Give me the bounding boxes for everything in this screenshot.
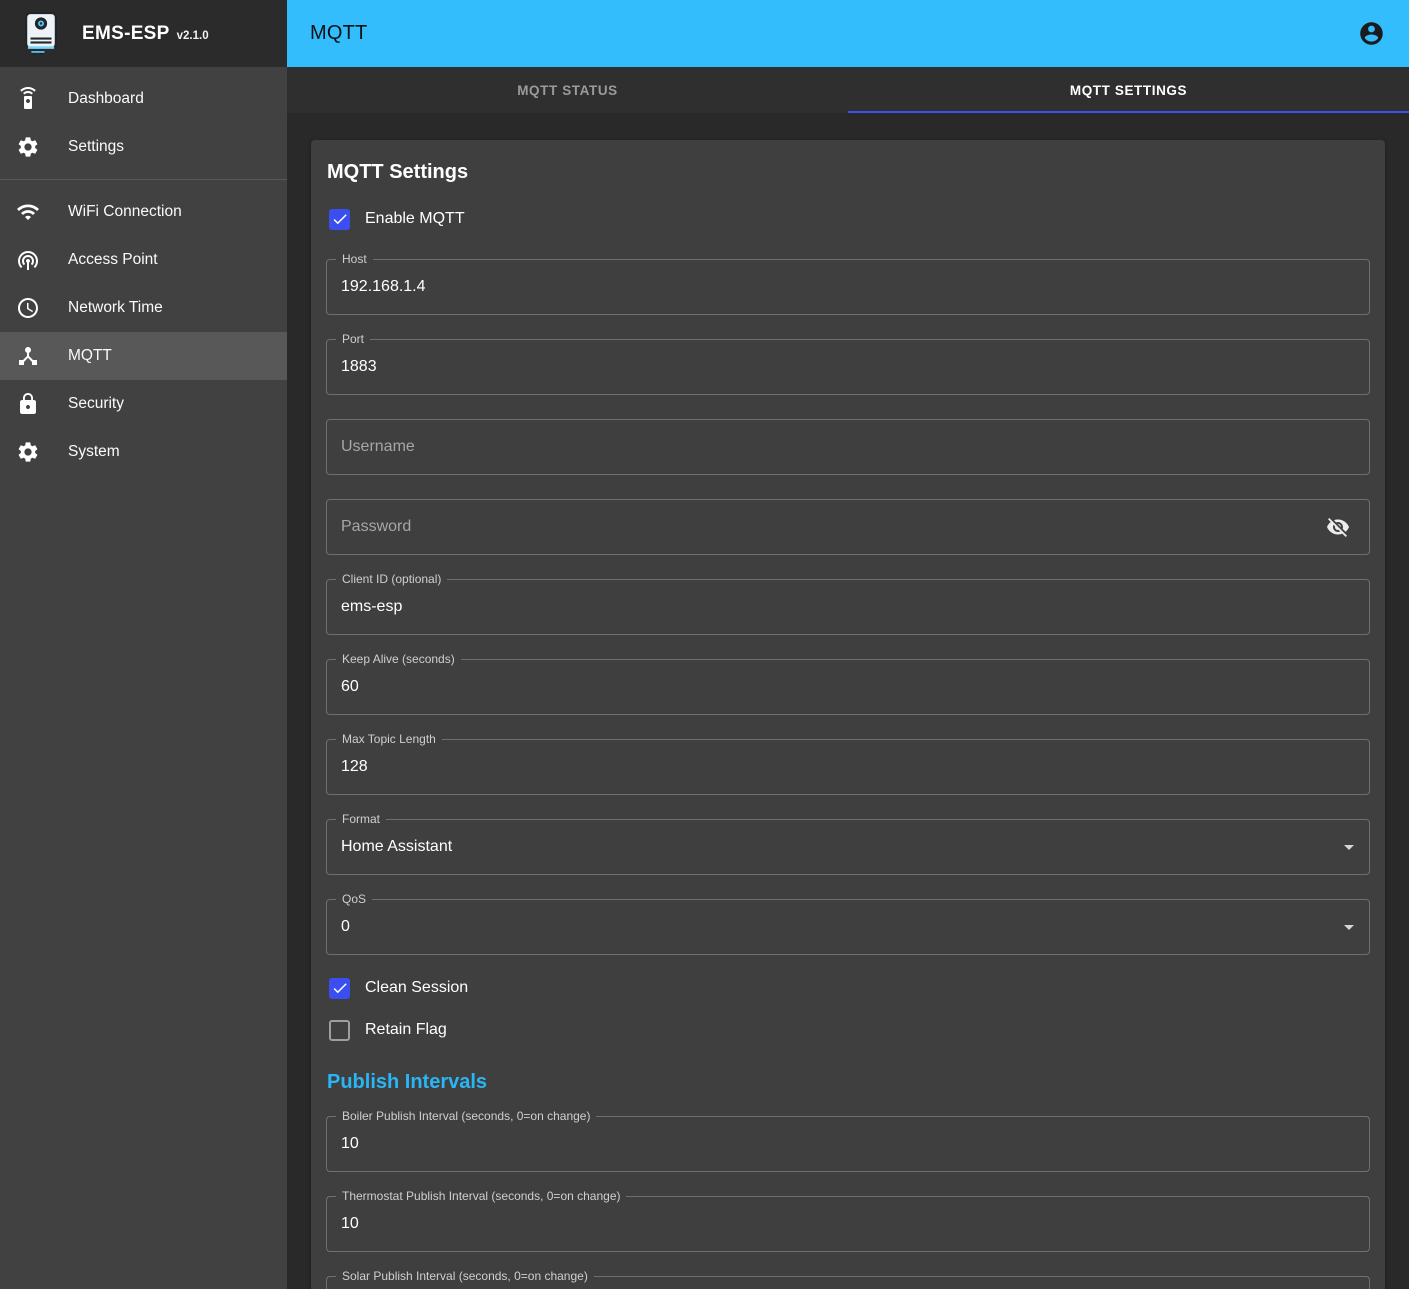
field-label: Format (336, 812, 386, 827)
sidebar-nav-main: WiFi Connection Access Point Network Tim… (0, 180, 287, 484)
format-select[interactable]: Format Home Assistant (326, 819, 1370, 875)
sidebar-item-label: Security (68, 395, 124, 413)
field-label: QoS (336, 892, 372, 907)
enable-mqtt-checkbox[interactable]: Enable MQTT (329, 204, 1370, 234)
field-label: Thermostat Publish Interval (seconds, 0=… (336, 1189, 626, 1204)
field-label: Solar Publish Interval (seconds, 0=on ch… (336, 1269, 594, 1284)
sidebar-item-mqtt[interactable]: MQTT (0, 332, 287, 380)
checkbox-checked-icon[interactable] (329, 978, 350, 999)
keep-alive-field: Keep Alive (seconds) (326, 659, 1370, 715)
sidebar-item-label: System (68, 443, 120, 461)
format-select-value: Home Assistant (327, 820, 1369, 874)
sidebar-item-access-point[interactable]: Access Point (0, 236, 287, 284)
sidebar-nav-top: Dashboard Settings (0, 67, 287, 179)
client-id-input[interactable] (327, 580, 1369, 634)
checkbox-unchecked-icon[interactable] (329, 1020, 350, 1041)
thermostat-publish-interval-input[interactable] (327, 1197, 1369, 1251)
port-field: Port (326, 339, 1370, 395)
sidebar-item-security[interactable]: Security (0, 380, 287, 428)
mqtt-settings-card: MQTT Settings Enable MQTT Host Port (311, 140, 1385, 1289)
wifi-tethering-icon (16, 248, 40, 272)
sidebar-item-dashboard[interactable]: Dashboard (0, 75, 287, 123)
qos-select[interactable]: QoS 0 (326, 899, 1370, 955)
visibility-off-icon (1326, 515, 1350, 539)
sidebar-item-label: Settings (68, 138, 124, 156)
boiler-publish-interval-field: Boiler Publish Interval (seconds, 0=on c… (326, 1116, 1370, 1172)
max-topic-length-input[interactable] (327, 740, 1369, 794)
tab-indicator (848, 111, 1409, 113)
host-field: Host (326, 259, 1370, 315)
appbar: MQTT (287, 0, 1409, 67)
page-title: MQTT (310, 22, 367, 45)
sidebar-item-label: WiFi Connection (68, 203, 182, 221)
content-area: MQTT Settings Enable MQTT Host Port (287, 113, 1409, 1289)
tab-bar: MQTT STATUS MQTT SETTINGS (287, 67, 1409, 113)
sidebar-item-settings[interactable]: Settings (0, 123, 287, 171)
device-hub-icon (16, 344, 40, 368)
field-label: Boiler Publish Interval (seconds, 0=on c… (336, 1109, 596, 1124)
gear-icon (16, 135, 40, 159)
sidebar-item-network-time[interactable]: Network Time (0, 284, 287, 332)
clean-session-checkbox[interactable]: Clean Session (329, 973, 1370, 1003)
field-label: Keep Alive (seconds) (336, 652, 461, 667)
qos-select-value: 0 (327, 900, 1369, 954)
tab-mqtt-settings[interactable]: MQTT SETTINGS (848, 67, 1409, 113)
toggle-password-visibility-button[interactable] (1320, 509, 1356, 545)
account-button[interactable] (1349, 12, 1393, 56)
sidebar-item-system[interactable]: System (0, 428, 287, 476)
thermostat-publish-interval-field: Thermostat Publish Interval (seconds, 0=… (326, 1196, 1370, 1252)
checkbox-label: Enable MQTT (365, 210, 465, 228)
wifi-icon (16, 200, 40, 224)
app-version: v2.1.0 (177, 30, 209, 42)
sidebar-item-wifi-connection[interactable]: WiFi Connection (0, 188, 287, 236)
sidebar-item-label: MQTT (68, 347, 112, 365)
tab-mqtt-status[interactable]: MQTT STATUS (287, 67, 848, 113)
remote-icon (16, 87, 40, 111)
app-name: EMS-ESP (82, 23, 170, 45)
sidebar-item-label: Dashboard (68, 90, 144, 108)
boiler-logo-icon (20, 11, 62, 57)
retain-flag-checkbox[interactable]: Retain Flag (329, 1015, 1370, 1045)
field-label: Host (336, 252, 373, 267)
username-input[interactable] (327, 420, 1369, 474)
field-label: Max Topic Length (336, 732, 442, 747)
field-label: Client ID (optional) (336, 572, 447, 587)
sidebar-item-label: Access Point (68, 251, 158, 269)
publish-intervals-heading: Publish Intervals (327, 1071, 1370, 1094)
field-label: Port (336, 332, 370, 347)
card-title: MQTT Settings (327, 161, 1370, 184)
checkbox-label: Retain Flag (365, 1021, 447, 1039)
password-input[interactable] (327, 500, 1369, 554)
lock-icon (16, 392, 40, 416)
gear-icon (16, 440, 40, 464)
app-root: EMS-ESP v2.1.0 Dashboard Settings WiFi C… (0, 0, 1409, 1289)
sidebar-header: EMS-ESP v2.1.0 (0, 0, 287, 67)
client-id-field: Client ID (optional) (326, 579, 1370, 635)
sidebar-item-label: Network Time (68, 299, 163, 317)
solar-publish-interval-field: Solar Publish Interval (seconds, 0=on ch… (326, 1276, 1370, 1289)
app-title: EMS-ESP v2.1.0 (82, 23, 209, 45)
max-topic-length-field: Max Topic Length (326, 739, 1370, 795)
password-field (326, 499, 1370, 555)
sidebar: EMS-ESP v2.1.0 Dashboard Settings WiFi C… (0, 0, 287, 1289)
port-input[interactable] (327, 340, 1369, 394)
boiler-publish-interval-input[interactable] (327, 1117, 1369, 1171)
checkbox-label: Clean Session (365, 979, 468, 997)
keep-alive-input[interactable] (327, 660, 1369, 714)
account-circle-icon (1358, 20, 1385, 47)
clock-icon (16, 296, 40, 320)
username-field (326, 419, 1370, 475)
checkbox-checked-icon[interactable] (329, 209, 350, 230)
main-area: MQTT MQTT STATUS MQTT SETTINGS MQTT Sett… (287, 0, 1409, 1289)
host-input[interactable] (327, 260, 1369, 314)
